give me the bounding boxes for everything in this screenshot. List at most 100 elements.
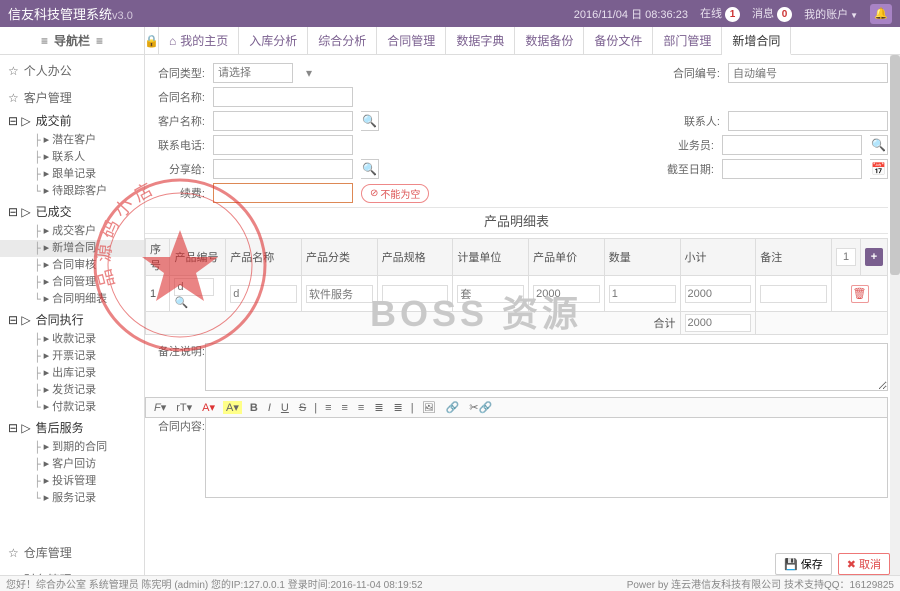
cell-remark-input[interactable] — [760, 285, 827, 303]
messages-link[interactable]: 消息 0 — [752, 5, 792, 22]
cell-subtotal-input[interactable] — [685, 285, 752, 303]
add-row-button[interactable]: + — [865, 248, 883, 266]
my-account-menu[interactable]: 我的账户▼ — [804, 6, 858, 22]
tab-item[interactable]: 数据备份 — [515, 27, 584, 54]
tab-item[interactable]: 数据字典 — [446, 27, 515, 54]
tab-item[interactable]: 入库分析 — [239, 27, 308, 54]
nav-panel-header: ≡导航栏≡ — [0, 27, 145, 54]
search-icon[interactable]: 🔍 — [870, 135, 888, 155]
input-customer[interactable] — [213, 111, 353, 131]
label-share: 分享给: — [145, 161, 205, 177]
total-row: 合计 — [146, 312, 888, 335]
rte-image[interactable]: 🖼 — [420, 401, 438, 414]
cancel-button[interactable]: ✖取消 — [838, 553, 890, 575]
textarea-remark[interactable] — [205, 343, 888, 391]
input-share[interactable] — [213, 159, 353, 179]
chevron-down-icon[interactable]: ▾ — [301, 66, 317, 80]
rte-underline[interactable]: U — [279, 402, 291, 414]
cell-cat-input[interactable] — [306, 285, 373, 303]
rte-list-ul[interactable]: ≣ — [392, 401, 405, 414]
sidebar-sub[interactable]: ├▸ 投诉管理 — [0, 473, 144, 490]
calendar-icon[interactable]: 📅 — [870, 159, 888, 179]
sidebar-sub[interactable]: ├▸ 开票记录 — [0, 348, 144, 365]
sidebar-sub[interactable]: ├▸ 联系人 — [0, 149, 144, 166]
input-continue[interactable] — [213, 183, 353, 203]
rte-color[interactable]: A▾ — [200, 401, 217, 414]
select-contract-type[interactable]: 请选择 — [213, 63, 293, 83]
search-icon[interactable]: 🔍 — [361, 159, 379, 179]
sidebar-sub[interactable]: ├▸ 收款记录 — [0, 331, 144, 348]
sidebar-sub[interactable]: ├▸ 客户回访 — [0, 456, 144, 473]
label-contract-no: 合同编号: — [670, 65, 720, 81]
rte-italic[interactable]: I — [266, 402, 273, 414]
rte-list-ol[interactable]: ≣ — [372, 401, 385, 414]
sidebar-sub-new-contract[interactable]: ├▸ 新增合同 — [0, 240, 144, 257]
sidebar-bottom-item[interactable]: ☆ 仓库管理 — [0, 541, 144, 564]
rte-font-family[interactable]: F▾ — [152, 401, 168, 414]
tab-item[interactable]: 综合分析 — [308, 27, 377, 54]
rte-align-right[interactable]: ≡ — [356, 402, 366, 414]
sidebar-group-aftersale[interactable]: ⊟ ▷ 售后服务 — [0, 416, 144, 439]
cell-unit-input[interactable] — [457, 285, 524, 303]
sidebar-sub[interactable]: └▸ 服务记录 — [0, 490, 144, 507]
input-phone[interactable] — [213, 135, 353, 155]
sidebar-sub[interactable]: ├▸ 跟单记录 — [0, 166, 144, 183]
sidebar-sub[interactable]: ├▸ 潜在客户 — [0, 132, 144, 149]
th-code: 产品编号 — [170, 239, 226, 276]
input-contact[interactable] — [728, 111, 888, 131]
cell-spec-input[interactable] — [382, 285, 449, 303]
lock-icon[interactable]: 🔒 — [145, 27, 159, 54]
cell-price-input[interactable] — [533, 285, 600, 303]
cell-code-input[interactable] — [174, 278, 214, 296]
rte-body[interactable] — [205, 418, 888, 498]
tab-item[interactable]: 部门管理 — [653, 27, 722, 54]
rte-align-left[interactable]: ≡ — [323, 402, 333, 414]
sidebar-bottom-item[interactable]: ☆ 财务管理 — [0, 568, 144, 575]
tab-item[interactable]: 合同管理 — [377, 27, 446, 54]
bell-icon[interactable]: 🔔 — [870, 4, 892, 24]
input-sales[interactable] — [722, 135, 862, 155]
delete-row-button[interactable]: 🗑 — [851, 285, 869, 303]
row-index-input[interactable] — [836, 248, 856, 266]
rte-unlink[interactable]: ✂🔗 — [467, 401, 494, 414]
rte-highlight[interactable]: A▾ — [223, 401, 242, 414]
cell-name-input[interactable] — [230, 285, 297, 303]
sidebar-sub[interactable]: ├▸ 出库记录 — [0, 365, 144, 382]
sidebar-sub[interactable]: └▸ 合同明细表 — [0, 291, 144, 308]
tab-new-contract[interactable]: 新增合同 — [722, 27, 791, 55]
input-contract-name[interactable] — [213, 87, 353, 107]
sidebar-sub[interactable]: ├▸ 发货记录 — [0, 382, 144, 399]
input-until-date[interactable] — [722, 159, 862, 179]
status-left: 您好！综合办公室 系统管理员 陈宪明 (admin) 您的IP:127.0.0.… — [6, 576, 423, 591]
th-seq: 序号 — [146, 239, 170, 276]
sidebar-sub[interactable]: ├▸ 到期的合同 — [0, 439, 144, 456]
sidebar-group-dealt[interactable]: ⊟ ▷ 已成交 — [0, 200, 144, 223]
rte-strike[interactable]: S — [297, 402, 308, 414]
sidebar-sub[interactable]: ├▸ 合同审核 — [0, 257, 144, 274]
tab-item[interactable]: 备份文件 — [584, 27, 653, 54]
rte-align-center[interactable]: ≡ — [339, 402, 349, 414]
rte-font-size[interactable]: rT▾ — [174, 401, 194, 414]
online-status[interactable]: 在线 1 — [700, 5, 740, 22]
scrollbar-track[interactable] — [890, 55, 900, 575]
search-icon[interactable]: 🔍 — [361, 111, 379, 131]
sidebar-group-exec[interactable]: ⊟ ▷ 合同执行 — [0, 308, 144, 331]
sidebar-group-predeal[interactable]: ⊟ ▷ 成交前 — [0, 109, 144, 132]
sidebar-item[interactable]: ☆ 个人办公 — [0, 59, 144, 82]
search-icon[interactable]: 🔍 — [174, 297, 188, 309]
rte-link[interactable]: 🔗 — [444, 401, 462, 414]
cell-qty-input[interactable] — [609, 285, 676, 303]
input-contract-no[interactable] — [728, 63, 888, 83]
th-spec: 产品规格 — [377, 239, 453, 276]
status-bar: 您好！综合办公室 系统管理员 陈宪明 (admin) 您的IP:127.0.0.… — [0, 575, 900, 591]
sidebar-sub[interactable]: └▸ 待跟踪客户 — [0, 183, 144, 200]
sidebar-item[interactable]: ☆ 客户管理 — [0, 86, 144, 109]
label-remark: 备注说明: — [145, 343, 205, 359]
rte-bold[interactable]: B — [248, 402, 260, 414]
scrollbar-thumb[interactable] — [890, 55, 900, 275]
save-button[interactable]: 💾保存 — [775, 553, 832, 575]
sidebar-sub[interactable]: ├▸ 合同管理 — [0, 274, 144, 291]
sidebar-sub[interactable]: ├▸ 成交客户 — [0, 223, 144, 240]
tab-home[interactable]: ⌂我的主页 — [159, 27, 239, 54]
sidebar-sub[interactable]: └▸ 付款记录 — [0, 399, 144, 416]
